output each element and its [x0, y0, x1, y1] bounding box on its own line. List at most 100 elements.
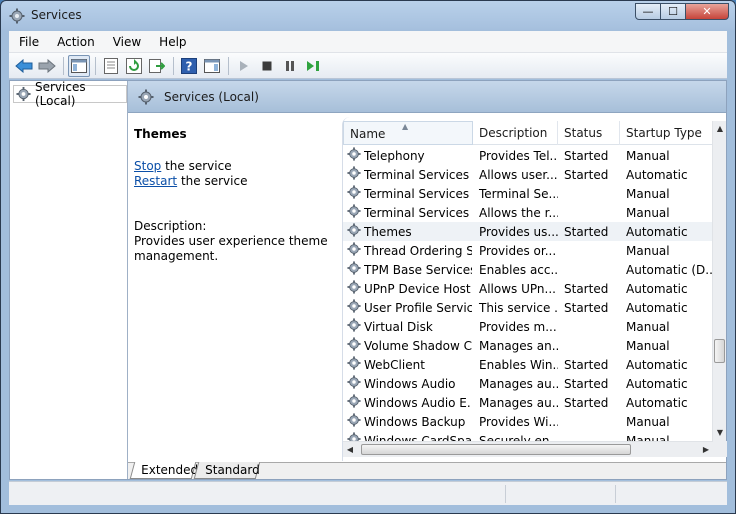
scroll-left-arrow-icon[interactable]: ◀ — [343, 442, 357, 458]
service-name-cell: Terminal Services ... — [343, 204, 473, 221]
properties-button[interactable] — [100, 55, 122, 77]
service-gear-icon — [347, 166, 361, 183]
scroll-down-arrow-icon[interactable]: ▼ — [713, 425, 727, 441]
pause-service-button[interactable] — [279, 55, 301, 77]
menu-file[interactable]: File — [9, 35, 47, 49]
service-row[interactable]: WebClient Enables Win... Started Automatic — [343, 355, 713, 374]
service-name: Windows Backup — [364, 414, 466, 429]
service-startup-cell: Manual — [626, 148, 670, 163]
service-row[interactable]: Volume Shadow C... Manages an... Manual — [343, 336, 713, 355]
tab-extended[interactable]: Extended — [129, 462, 198, 479]
help-button[interactable]: ? — [178, 55, 200, 77]
menu-view[interactable]: View — [103, 35, 149, 49]
service-name: Terminal Services ... — [364, 186, 472, 201]
vertical-scrollbar[interactable]: ▲ ▼ — [712, 121, 726, 441]
menu-action[interactable]: Action — [47, 35, 103, 49]
service-name: Terminal Services ... — [364, 205, 472, 220]
stop-service-link[interactable]: Stop — [134, 159, 161, 173]
service-row[interactable]: Terminal Services ... Terminal Se... Manua… — [343, 184, 713, 203]
service-name: Volume Shadow C... — [364, 338, 472, 353]
service-startup-cell: Automatic — [626, 395, 688, 410]
horizontal-scrollbar[interactable]: ◀ ▶ — [343, 441, 713, 457]
scroll-right-arrow-icon[interactable]: ▶ — [699, 442, 713, 458]
service-startup-cell: Automatic — [626, 281, 688, 296]
start-service-button[interactable] — [233, 55, 255, 77]
service-row[interactable]: User Profile Service This service ... Star… — [343, 298, 713, 317]
service-startup-cell: Automatic — [626, 224, 688, 239]
service-description-cell: Terminal Se... — [479, 186, 558, 201]
properties-icon — [104, 57, 118, 74]
column-header-description[interactable]: Description — [473, 121, 558, 145]
restart-service-icon — [307, 60, 319, 71]
service-row[interactable]: Terminal Services ... Allows the r... Manu… — [343, 203, 713, 222]
show-hide-tree-button[interactable] — [68, 54, 90, 77]
menu-help[interactable]: Help — [149, 35, 194, 49]
toolbar-separator — [95, 56, 96, 75]
service-description: Description: Provides user experience th… — [134, 219, 334, 264]
forward-button[interactable] — [36, 55, 58, 77]
service-name: Windows Audio — [364, 376, 456, 391]
maximize-button[interactable]: ☐ — [660, 3, 686, 20]
service-row[interactable]: UPnP Device Host Allows UPn... Started Auto… — [343, 279, 713, 298]
console-tree: Services (Local) — [10, 80, 128, 479]
service-row[interactable]: Telephony Provides Tel... Started Manual — [343, 146, 713, 165]
export-list-button[interactable] — [146, 55, 168, 77]
refresh-button[interactable] — [123, 55, 145, 77]
service-description-cell: This service ... — [479, 300, 558, 315]
service-row[interactable]: Windows Backup Provides Wi... Manual — [343, 412, 713, 431]
service-description-cell: Provides Tel... — [479, 148, 558, 163]
service-description-cell: Allows user... — [479, 167, 558, 182]
service-name: Thread Ordering S... — [364, 243, 472, 258]
service-row[interactable]: Windows CardSpa... Securely en... Manual — [343, 431, 713, 441]
stop-service-button[interactable] — [256, 55, 278, 77]
service-status-cell: Started — [564, 224, 609, 239]
service-row[interactable]: Themes Provides us... Started Automatic — [343, 222, 713, 241]
column-header-status[interactable]: Status — [558, 121, 620, 145]
service-row[interactable]: TPM Base Services Enables acc... Automatic… — [343, 260, 713, 279]
service-startup-cell: Manual — [626, 205, 670, 220]
tree-item-services-local[interactable]: Services (Local) — [13, 80, 127, 108]
tree-item-label: Services (Local) — [35, 80, 86, 108]
list-header: ▲ Name Description Status Startup Type — [343, 121, 713, 145]
service-gear-icon — [347, 261, 361, 278]
service-row[interactable]: Windows Audio Manages au... Started Automat… — [343, 374, 713, 393]
column-header-startup-type[interactable]: Startup Type — [620, 121, 713, 145]
stop-service-icon — [262, 61, 272, 70]
service-description-cell: Manages au... — [479, 376, 558, 391]
service-name-cell: User Profile Service — [343, 299, 473, 316]
title-bar[interactable]: Services — ☐ ✕ — [1, 1, 735, 31]
column-header-name[interactable]: ▲ Name — [343, 121, 473, 145]
service-name: Virtual Disk — [364, 319, 433, 334]
service-description-cell: Allows UPn... — [479, 281, 556, 296]
service-startup-cell: Manual — [626, 186, 670, 201]
vertical-scroll-thumb[interactable] — [714, 339, 725, 363]
scroll-up-arrow-icon[interactable]: ▲ — [713, 121, 727, 137]
close-button[interactable]: ✕ — [685, 3, 729, 20]
service-gear-icon — [347, 147, 361, 164]
service-status-cell: Started — [564, 376, 609, 391]
service-name: WebClient — [364, 357, 425, 372]
service-gear-icon — [347, 318, 361, 335]
restart-service-link[interactable]: Restart — [134, 174, 177, 188]
service-startup-cell: Automatic — [626, 357, 688, 372]
service-status-cell: Started — [564, 148, 609, 163]
restart-service-button[interactable] — [302, 55, 324, 77]
horizontal-scroll-thumb[interactable] — [361, 444, 631, 455]
service-row[interactable]: Virtual Disk Provides m... Manual — [343, 317, 713, 336]
service-description-cell: Provides m... — [479, 319, 557, 334]
service-description-cell: Enables Win... — [479, 357, 558, 372]
service-row[interactable]: Terminal Services Allows user... Started Au… — [343, 165, 713, 184]
show-action-pane-button[interactable] — [201, 55, 223, 77]
stop-service-text: the service — [161, 159, 232, 173]
minimize-button[interactable]: — — [635, 3, 661, 20]
service-row[interactable]: Windows Audio E... Manages au... Started Au… — [343, 393, 713, 412]
service-rows: Telephony Provides Tel... Started Manual Ter… — [343, 146, 713, 441]
description-text: Provides user experience theme managemen… — [134, 234, 328, 263]
service-description-cell: Manages an... — [479, 338, 558, 353]
tab-standard[interactable]: Standard — [193, 462, 261, 479]
service-gear-icon — [347, 356, 361, 373]
service-row[interactable]: Thread Ordering S... Provides or... Manual — [343, 241, 713, 260]
show-action-pane-icon — [204, 58, 220, 73]
back-button[interactable] — [13, 55, 35, 77]
caption-buttons: — ☐ ✕ — [635, 3, 729, 20]
